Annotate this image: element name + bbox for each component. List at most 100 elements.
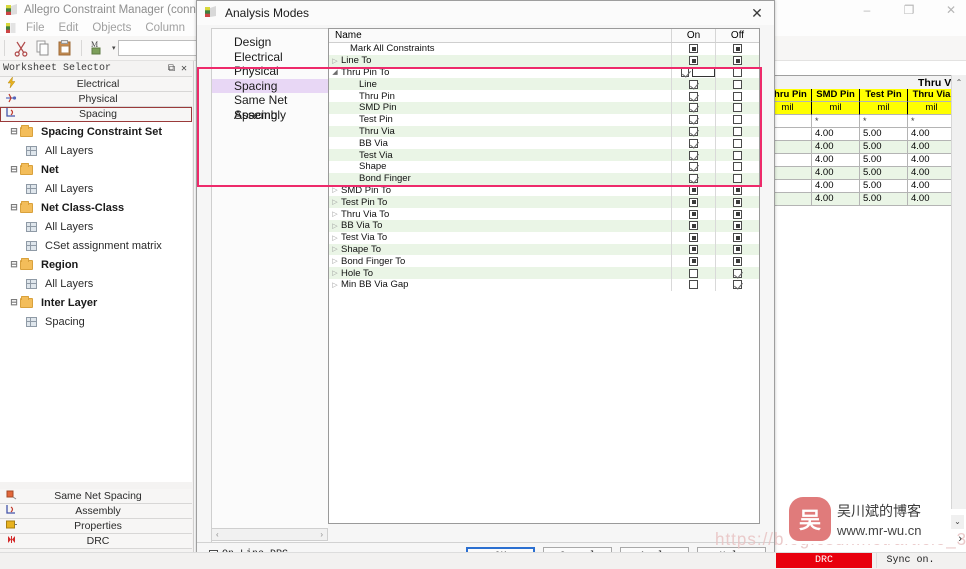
off-checkbox-cell[interactable] <box>715 267 759 279</box>
on-checkbox[interactable] <box>689 44 698 54</box>
on-checkbox[interactable] <box>689 268 698 278</box>
worksheet-row[interactable]: 04.005.004.005.00 <box>764 154 966 167</box>
off-checkbox[interactable] <box>733 280 742 290</box>
dialog-category-spacing[interactable]: Spacing <box>212 78 328 93</box>
worksheet-tab-physical[interactable]: Physical <box>0 92 192 107</box>
off-checkbox[interactable] <box>733 56 742 66</box>
analysis-mode-row[interactable]: Shape <box>329 160 759 173</box>
on-checkbox[interactable] <box>689 150 698 160</box>
on-checkbox-cell[interactable] <box>671 255 715 268</box>
on-checkbox-cell[interactable] <box>671 243 715 256</box>
analysis-mode-row[interactable]: SMD Pin <box>329 101 759 114</box>
column-header[interactable]: Thru Via <box>908 89 956 102</box>
off-checkbox[interactable] <box>733 138 742 148</box>
analysis-mode-row[interactable]: ▷ Test Via To <box>329 231 759 244</box>
expander-closed-icon[interactable]: ▷ <box>329 57 341 65</box>
dialog-close-icon[interactable]: ✕ <box>740 1 774 25</box>
menu-objects[interactable]: Objects <box>85 22 138 34</box>
tree-expander-icon[interactable]: ⊟ <box>8 259 20 270</box>
on-checkbox-cell[interactable] <box>671 137 715 150</box>
off-checkbox-cell[interactable] <box>715 78 759 91</box>
off-checkbox-cell[interactable] <box>715 160 759 173</box>
on-checkbox-cell[interactable] <box>671 113 715 126</box>
off-checkbox-cell[interactable] <box>715 137 759 150</box>
tree-item[interactable]: All Layers <box>0 179 192 198</box>
off-checkbox[interactable] <box>733 244 742 254</box>
dialog-category-physical[interactable]: Physical <box>212 64 328 79</box>
minimize-icon[interactable]: – <box>856 3 878 17</box>
on-checkbox[interactable] <box>689 209 698 219</box>
on-checkbox-cell[interactable] <box>671 160 715 173</box>
off-checkbox[interactable] <box>733 185 742 195</box>
on-checkbox-cell[interactable] <box>671 101 715 114</box>
on-checkbox-cell[interactable] <box>671 267 715 279</box>
on-checkbox[interactable] <box>689 79 698 89</box>
off-checkbox[interactable] <box>733 209 742 219</box>
worksheet-tab-spacing[interactable]: Spacing <box>0 107 192 122</box>
on-checkbox[interactable] <box>681 67 690 77</box>
off-checkbox-cell[interactable] <box>715 90 759 102</box>
analysis-mode-row[interactable]: ◢ Thru Pin To <box>329 66 759 79</box>
worksheet-row[interactable]: 04.005.004.005.00 <box>764 193 966 206</box>
paste-icon[interactable] <box>55 38 75 58</box>
close-icon[interactable]: ✕ <box>940 3 962 17</box>
maximize-icon[interactable]: ❐ <box>898 3 920 17</box>
analysis-mode-row[interactable]: ▷ Bond Finger To <box>329 255 759 268</box>
off-checkbox[interactable] <box>733 233 742 243</box>
dialog-category-design[interactable]: Design <box>212 35 328 50</box>
on-checkbox[interactable] <box>689 103 698 113</box>
dialog-category-list[interactable]: Design Electrical Physical Spacing Same Net … <box>211 28 328 548</box>
analysis-mode-row[interactable]: BB Via <box>329 137 759 150</box>
on-checkbox[interactable] <box>689 221 698 231</box>
on-checkbox-cell[interactable] <box>671 78 715 91</box>
off-checkbox-cell[interactable] <box>715 184 759 197</box>
analysis-mode-row[interactable]: Thru Pin <box>329 90 759 102</box>
analysis-mode-row[interactable]: Line <box>329 78 759 91</box>
tree-item[interactable]: Spacing <box>0 312 192 331</box>
column-header[interactable]: Test Pin <box>860 89 908 102</box>
off-checkbox[interactable] <box>733 268 742 278</box>
tree-expander-icon[interactable]: ⊟ <box>8 126 20 137</box>
worksheet-row[interactable]: 04.005.004.005.00 <box>764 180 966 193</box>
tree-group[interactable]: ⊟ Net <box>0 160 192 179</box>
off-checkbox-cell[interactable] <box>715 125 759 138</box>
tree-group[interactable]: ⊟ Net Class-Class <box>0 198 192 217</box>
on-checkbox[interactable] <box>689 256 698 266</box>
expander-closed-icon[interactable]: ▷ <box>329 257 341 265</box>
on-checkbox-cell[interactable] <box>671 66 715 79</box>
on-checkbox-cell[interactable] <box>671 125 715 138</box>
off-checkbox-cell[interactable] <box>715 66 759 79</box>
expander-closed-icon[interactable]: ▷ <box>329 269 341 277</box>
expander-closed-icon[interactable]: ▷ <box>329 281 341 289</box>
expander-closed-icon[interactable]: ▷ <box>329 186 341 194</box>
on-checkbox-cell[interactable] <box>671 54 715 67</box>
worksheet-row[interactable]: 04.005.004.005.00 <box>764 141 966 154</box>
analysis-mode-row[interactable]: ▷ Hole To <box>329 267 759 279</box>
worksheet-bottom-tabs[interactable]: Same Net Spacing Assembly Properties DRC <box>0 489 192 549</box>
window-controls[interactable]: – ❐ ✕ <box>856 0 962 19</box>
scroll-left-icon[interactable]: ‹ <box>216 530 219 539</box>
float-panel-icon[interactable]: ⧉ <box>168 63 175 75</box>
on-checkbox-cell[interactable] <box>671 219 715 232</box>
on-checkbox-cell[interactable] <box>671 90 715 102</box>
on-checkbox-cell[interactable] <box>671 43 715 55</box>
off-checkbox-cell[interactable] <box>715 231 759 244</box>
tree-group[interactable]: ⊟ Inter Layer <box>0 293 192 312</box>
analysis-mode-row[interactable]: ▷ Shape To <box>329 243 759 256</box>
off-checkbox-cell[interactable] <box>715 113 759 126</box>
expander-closed-icon[interactable]: ▷ <box>329 210 341 218</box>
tree-expander-icon[interactable]: ⊟ <box>8 297 20 308</box>
on-checkbox[interactable] <box>689 126 698 136</box>
on-checkbox-cell[interactable] <box>671 231 715 244</box>
off-checkbox[interactable] <box>733 174 742 184</box>
dialog-category-same-net-spacing[interactable]: Same Net Spacing <box>212 93 328 122</box>
menu-edit[interactable]: Edit <box>52 22 86 34</box>
off-checkbox[interactable] <box>733 103 742 113</box>
on-checkbox-cell[interactable] <box>671 196 715 209</box>
off-checkbox-cell[interactable] <box>715 255 759 268</box>
off-checkbox-cell[interactable] <box>715 101 759 114</box>
expander-closed-icon[interactable]: ▷ <box>329 222 341 230</box>
off-checkbox[interactable] <box>733 44 742 54</box>
off-checkbox-cell[interactable] <box>715 278 759 291</box>
statusbar-drc-indicator[interactable]: DRC <box>776 553 872 568</box>
